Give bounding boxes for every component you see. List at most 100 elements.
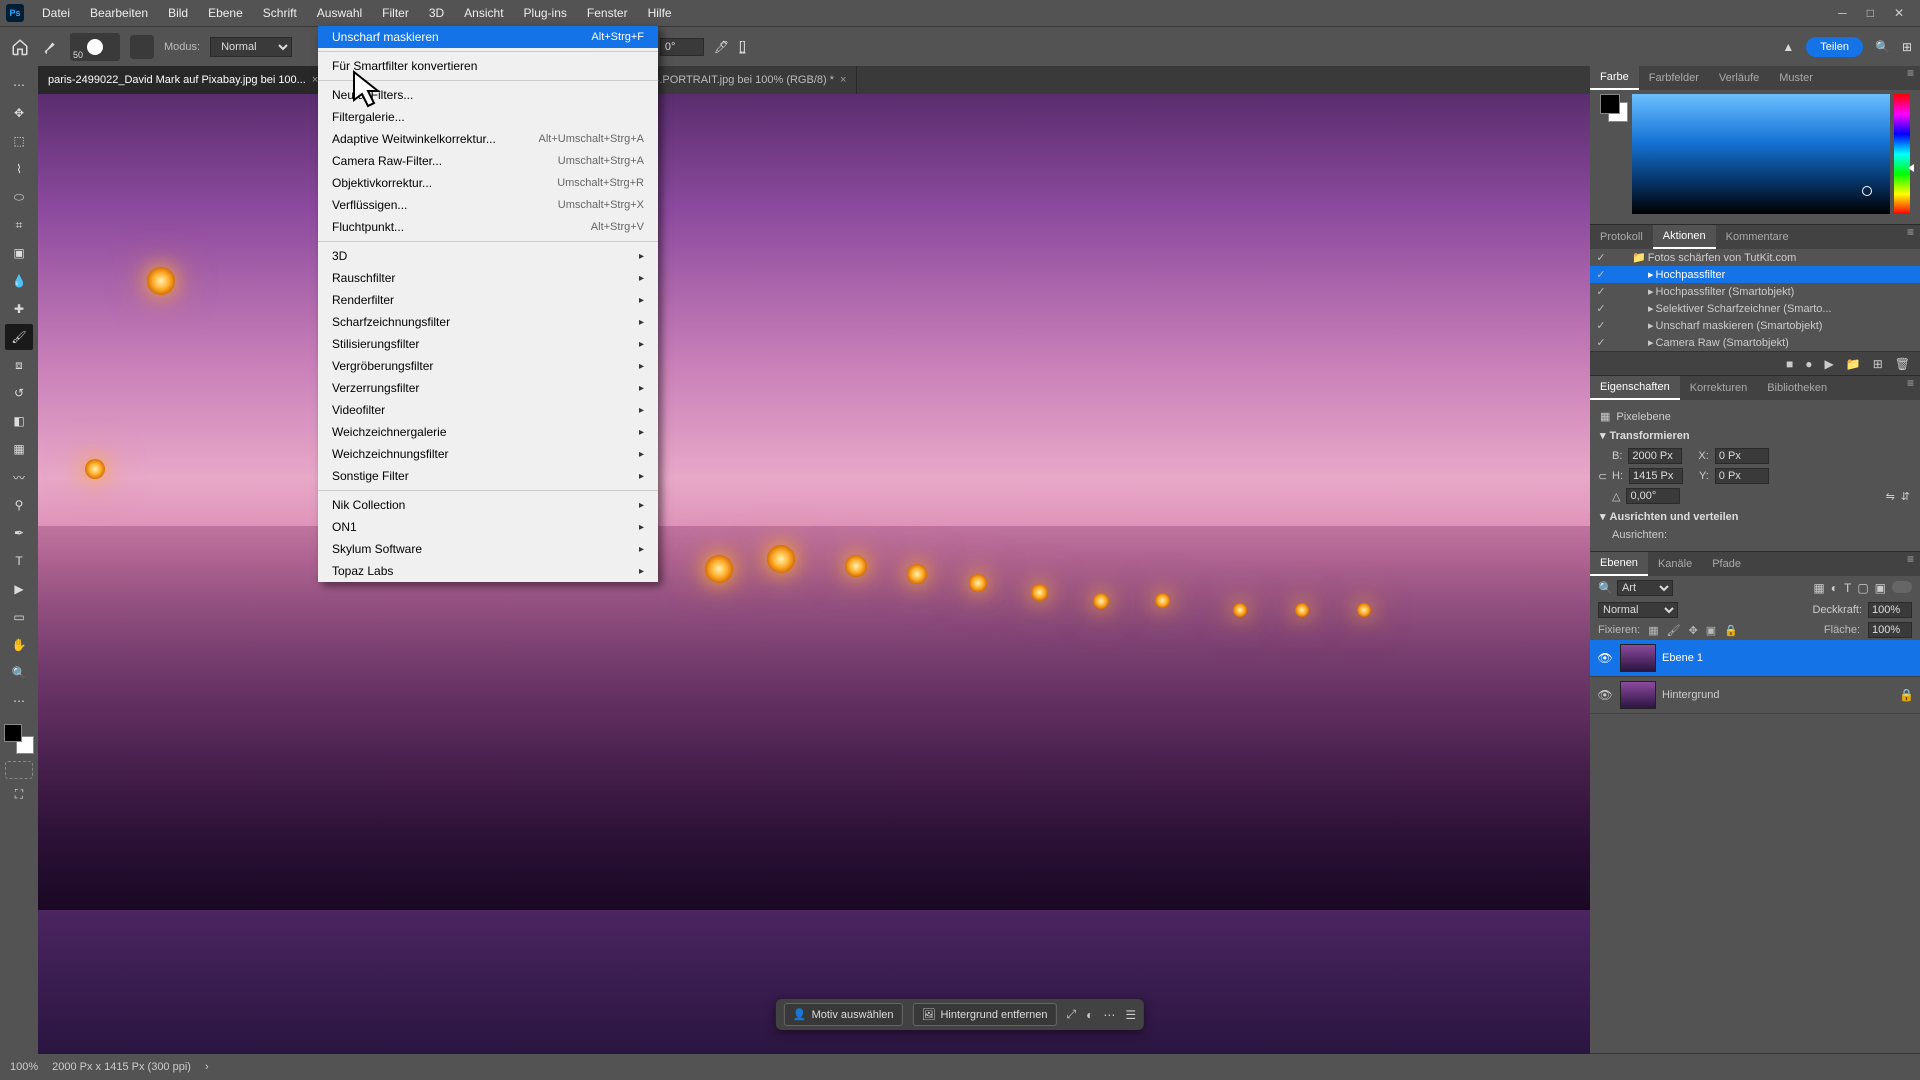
filter-kind-select[interactable]: Art [1617, 580, 1673, 596]
check-icon[interactable]: ✓ [1594, 251, 1608, 264]
window-close-icon[interactable]: ✕ [1894, 6, 1904, 20]
layer-thumbnail[interactable] [1620, 644, 1656, 672]
tab-verlaeufe[interactable]: Verläufe [1709, 66, 1769, 90]
play-icon[interactable]: ▶ [1825, 357, 1834, 371]
stamp-tool[interactable]: ⧈ [5, 352, 33, 378]
visibility-icon[interactable]: 👁 [1596, 651, 1614, 665]
search-icon[interactable]: 🔍 [1875, 40, 1890, 54]
menu-schrift[interactable]: Schrift [253, 1, 307, 25]
menu-auswahl[interactable]: Auswahl [307, 1, 372, 25]
filter-gallery[interactable]: Filtergalerie... [318, 106, 658, 128]
tab-eigenschaften[interactable]: Eigenschaften [1590, 376, 1680, 400]
menu-fenster[interactable]: Fenster [577, 1, 638, 25]
layer-blend-select[interactable]: Normal [1598, 602, 1678, 618]
lock-artboard-icon[interactable]: ▣ [1706, 624, 1716, 637]
shape-tool[interactable]: ▭ [5, 604, 33, 630]
filter-submenu-other[interactable]: Sonstige Filter [318, 465, 658, 487]
filter-liquify[interactable]: Verflüssigen...Umschalt+Strg+X [318, 194, 658, 216]
dodge-tool[interactable]: ⚲ [5, 492, 33, 518]
select-subject-button[interactable]: 👤Motiv auswählen [784, 1003, 903, 1026]
flip-vertical-icon[interactable]: ⇵ [1901, 490, 1910, 503]
lock-transparent-icon[interactable]: ▦ [1648, 624, 1658, 637]
check-icon[interactable]: ✓ [1594, 336, 1608, 349]
symmetry-icon[interactable]: ⦋⦌ [739, 39, 746, 54]
close-icon[interactable]: × [840, 74, 846, 86]
link-icon[interactable]: ⊂ [1598, 470, 1607, 483]
filter-last-used[interactable]: Unscharf maskierenAlt+Strg+F [318, 26, 658, 48]
screenmode-icon[interactable]: ⛶ [5, 781, 33, 807]
filter-shape-icon[interactable]: ▢ [1857, 581, 1868, 595]
quickmask-toggle[interactable] [5, 761, 33, 779]
lock-all-icon[interactable]: 🔒 [1724, 624, 1738, 637]
lock-paint-icon[interactable]: 🖌 [1667, 624, 1681, 637]
stop-icon[interactable]: ■ [1786, 357, 1793, 371]
brush-preset-picker[interactable]: 50 [70, 33, 120, 61]
chevron-down-icon[interactable]: ▾ [1600, 510, 1606, 523]
filter-convert-smart[interactable]: Für Smartfilter konvertieren [318, 55, 658, 77]
check-icon[interactable]: ✓ [1594, 285, 1608, 298]
history-brush-tool[interactable]: ↺ [5, 380, 33, 406]
panel-grip-icon[interactable]: ⋯ [5, 72, 33, 98]
filter-type-icon[interactable]: T [1844, 581, 1851, 595]
menu-bild[interactable]: Bild [158, 1, 198, 25]
filter-submenu-blur-gallery[interactable]: Weichzeichnergalerie [318, 421, 658, 443]
layer-row[interactable]: 👁 Hintergrund 🔒 [1590, 677, 1920, 714]
transform-icon[interactable]: ⤢ [1067, 1007, 1077, 1022]
gradient-tool[interactable]: ▦ [5, 436, 33, 462]
document-tab-1[interactable]: paris-2499022_David Mark auf Pixabay.jpg… [38, 66, 329, 94]
flip-horizontal-icon[interactable]: ⇋ [1886, 490, 1895, 503]
filter-submenu-render[interactable]: Renderfilter [318, 289, 658, 311]
blend-mode-select[interactable]: Normal [210, 37, 292, 57]
filter-submenu-3d[interactable]: 3D [318, 245, 658, 267]
layer-thumbnail[interactable] [1620, 681, 1656, 709]
tab-ebenen[interactable]: Ebenen [1590, 552, 1648, 576]
check-icon[interactable]: ✓ [1594, 319, 1608, 332]
zoom-tool[interactable]: 🔍 [5, 660, 33, 686]
eyedropper-info-icon[interactable]: ▲ [1782, 40, 1794, 54]
filter-submenu-stylize[interactable]: Stilisierungsfilter [318, 333, 658, 355]
trash-icon[interactable]: 🗑 [1895, 357, 1910, 371]
move-tool[interactable]: ✥ [5, 100, 33, 126]
menu-3d[interactable]: 3D [419, 1, 454, 25]
filter-lens-correct[interactable]: Objektivkorrektur...Umschalt+Strg+R [318, 172, 658, 194]
tab-pfade[interactable]: Pfade [1702, 552, 1751, 576]
object-select-tool[interactable]: ⬭ [5, 184, 33, 210]
menu-ansicht[interactable]: Ansicht [454, 1, 513, 25]
marquee-tool[interactable]: ⬚ [5, 128, 33, 154]
filter-plugin-topaz[interactable]: Topaz Labs [318, 560, 658, 582]
eyedropper-tool[interactable]: 💧 [5, 268, 33, 294]
y-input[interactable] [1715, 468, 1769, 484]
tab-farbfelder[interactable]: Farbfelder [1639, 66, 1709, 90]
tab-kommentare[interactable]: Kommentare [1716, 225, 1799, 249]
filter-plugin-skylum[interactable]: Skylum Software [318, 538, 658, 560]
tab-kanaele[interactable]: Kanäle [1648, 552, 1702, 576]
chevron-right-icon[interactable]: › [205, 1061, 209, 1073]
filter-neural[interactable]: Neural Filters... [318, 84, 658, 106]
eraser-tool[interactable]: ◧ [5, 408, 33, 434]
zoom-level[interactable]: 100% [10, 1061, 38, 1073]
foreground-background-swatch[interactable] [1600, 94, 1628, 122]
lock-position-icon[interactable]: ✥ [1689, 624, 1698, 637]
filter-camera-raw[interactable]: Camera Raw-Filter...Umschalt+Strg+A [318, 150, 658, 172]
hue-slider[interactable] [1894, 94, 1910, 214]
pressure-opacity-icon[interactable]: 🖊 [714, 40, 729, 54]
filter-adjust-icon[interactable]: ◐ [1831, 581, 1838, 595]
more-icon[interactable]: ⋯ [1103, 1008, 1115, 1022]
mask-icon[interactable]: ◐ [1086, 1008, 1093, 1022]
opacity-input[interactable] [1868, 602, 1912, 618]
filter-pixel-icon[interactable]: ▦ [1813, 581, 1824, 595]
filter-toggle-icon[interactable] [1892, 581, 1912, 593]
tab-muster[interactable]: Muster [1769, 66, 1823, 90]
panel-menu-icon[interactable]: ≡ [1901, 66, 1920, 90]
blur-tool[interactable]: 〰 [5, 464, 33, 490]
menu-hilfe[interactable]: Hilfe [638, 1, 682, 25]
color-swatches[interactable] [4, 724, 34, 754]
filter-submenu-noise[interactable]: Rauschfilter [318, 267, 658, 289]
angle-input[interactable] [660, 38, 704, 56]
menu-plugins[interactable]: Plug-ins [514, 1, 577, 25]
rotation-input[interactable] [1626, 488, 1680, 504]
edit-toolbar-icon[interactable]: ⋯ [5, 688, 33, 714]
tab-bibliotheken[interactable]: Bibliotheken [1757, 376, 1837, 400]
menu-filter[interactable]: Filter [372, 1, 419, 25]
frame-tool[interactable]: ▣ [5, 240, 33, 266]
